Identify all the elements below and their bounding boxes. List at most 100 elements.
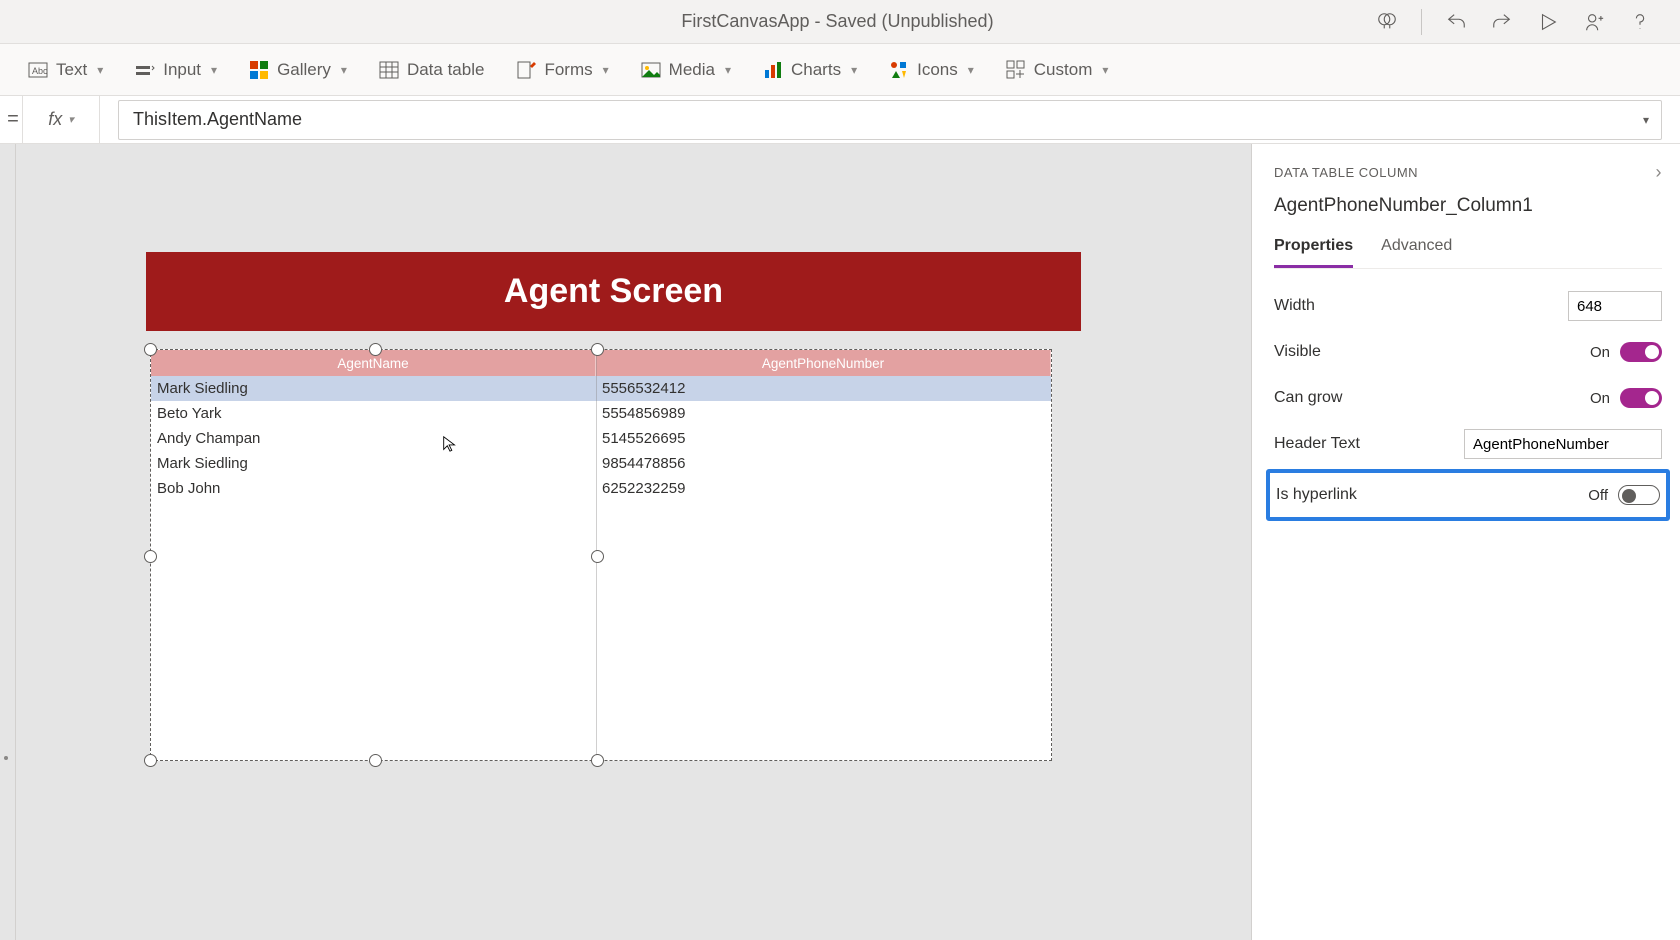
resize-handle-c[interactable] <box>591 550 604 563</box>
resize-handle-s1[interactable] <box>369 754 382 767</box>
resize-handle-s2[interactable] <box>591 754 604 767</box>
selected-control-name: AgentPhoneNumber_Column1 <box>1274 195 1662 217</box>
formula-bar: = fx▾ ThisItem.AgentName ▾ <box>0 96 1680 144</box>
ribbon-forms[interactable]: Forms▾ <box>516 60 608 80</box>
ribbon-gallery[interactable]: Gallery▾ <box>249 60 347 80</box>
ribbon-input-label: Input <box>163 60 201 80</box>
divider <box>1421 9 1422 35</box>
toggle-visible[interactable] <box>1620 342 1662 362</box>
resize-handle-n1[interactable] <box>369 343 382 356</box>
text-icon: Abc <box>28 60 48 80</box>
prop-width-input[interactable] <box>1568 291 1662 321</box>
canvas[interactable]: Agent Screen AgentName AgentPhoneNumber … <box>16 144 1252 940</box>
share-icon[interactable] <box>1582 10 1606 34</box>
cell-phone: 5145526695 <box>596 430 1051 447</box>
svg-text:Abc: Abc <box>32 66 48 76</box>
toggle-ishyperlink[interactable] <box>1618 485 1660 505</box>
cell-phone: 5556532412 <box>596 380 1051 397</box>
ribbon-datatable-label: Data table <box>407 60 485 80</box>
prop-headertext: Header Text <box>1274 421 1662 467</box>
screen-preview: Agent Screen AgentName AgentPhoneNumber … <box>146 252 1081 761</box>
title-bar: FirstCanvasApp - Saved (Unpublished) <box>0 0 1680 44</box>
prop-ishyperlink-value: Off <box>1588 487 1608 504</box>
cell-phone: 9854478856 <box>596 455 1051 472</box>
play-icon[interactable] <box>1536 10 1560 34</box>
ribbon-forms-label: Forms <box>544 60 592 80</box>
formula-input[interactable]: ThisItem.AgentName ▾ <box>118 100 1662 140</box>
input-icon <box>135 60 155 80</box>
resize-handle-sw[interactable] <box>144 754 157 767</box>
cell-name: Mark Siedling <box>151 455 596 472</box>
ribbon-custom[interactable]: Custom▾ <box>1006 60 1109 80</box>
properties-panel: DATA TABLE COLUMN › AgentPhoneNumber_Col… <box>1252 144 1680 940</box>
table-row[interactable]: Bob John 6252232259 <box>151 476 1051 501</box>
ribbon-media[interactable]: Media▾ <box>641 60 731 80</box>
resize-handle-n2[interactable] <box>591 343 604 356</box>
highlighted-property: Is hyperlink Off <box>1266 469 1670 521</box>
insert-ribbon: Abc Text▾ Input▾ Gallery▾ Data table For… <box>0 44 1680 96</box>
prop-visible-label: Visible <box>1274 343 1321 361</box>
resize-handle-nw[interactable] <box>144 343 157 356</box>
table-row[interactable]: Mark Siedling 9854478856 <box>151 451 1051 476</box>
datatable-icon <box>379 60 399 80</box>
ribbon-gallery-label: Gallery <box>277 60 331 80</box>
formula-expand-icon[interactable]: ▾ <box>1643 113 1649 127</box>
formula-value: ThisItem.AgentName <box>133 109 302 130</box>
app-checker-icon[interactable] <box>1375 10 1399 34</box>
custom-icon <box>1006 60 1026 80</box>
prop-headertext-label: Header Text <box>1274 435 1360 453</box>
screen-title: Agent Screen <box>146 252 1081 331</box>
cell-phone: 6252232259 <box>596 480 1051 497</box>
gallery-icon <box>249 60 269 80</box>
table-row[interactable]: Mark Siedling 5556532412 <box>151 376 1051 401</box>
cell-name: Andy Champan <box>151 430 596 447</box>
ribbon-charts[interactable]: Charts▾ <box>763 60 857 80</box>
ribbon-datatable[interactable]: Data table <box>379 60 485 80</box>
redo-icon[interactable] <box>1490 10 1514 34</box>
left-gutter <box>0 144 16 940</box>
prop-cangrow: Can grow On <box>1274 375 1662 421</box>
app-title: FirstCanvasApp - Saved (Unpublished) <box>0 11 1375 32</box>
ribbon-text[interactable]: Abc Text▾ <box>28 60 103 80</box>
tab-properties[interactable]: Properties <box>1274 237 1353 268</box>
title-actions <box>1375 9 1680 35</box>
undo-icon[interactable] <box>1444 10 1468 34</box>
ribbon-input[interactable]: Input▾ <box>135 60 217 80</box>
table-row[interactable]: Andy Champan 5145526695 <box>151 426 1051 451</box>
ribbon-icons[interactable]: Icons▾ <box>889 60 974 80</box>
prop-headertext-input[interactable] <box>1464 429 1662 459</box>
prop-visible: Visible On <box>1274 329 1662 375</box>
media-icon <box>641 60 661 80</box>
toggle-cangrow[interactable] <box>1620 388 1662 408</box>
equals-label: = <box>4 108 22 131</box>
prop-cangrow-value: On <box>1590 390 1610 407</box>
header-agentphone[interactable]: AgentPhoneNumber <box>596 350 1051 376</box>
panel-breadcrumb: DATA TABLE COLUMN <box>1274 165 1418 180</box>
ribbon-text-label: Text <box>56 60 87 80</box>
ribbon-icons-label: Icons <box>917 60 958 80</box>
resize-handle-w[interactable] <box>144 550 157 563</box>
cell-name: Bob John <box>151 480 596 497</box>
fx-selector[interactable]: fx▾ <box>22 96 100 144</box>
ribbon-media-label: Media <box>669 60 715 80</box>
prop-width: Width <box>1274 283 1662 329</box>
tab-advanced[interactable]: Advanced <box>1381 237 1452 268</box>
cell-name: Mark Siedling <box>151 380 596 397</box>
prop-ishyperlink: Is hyperlink Off <box>1276 477 1660 513</box>
table-row[interactable]: Beto Yark 5554856989 <box>151 401 1051 426</box>
prop-cangrow-label: Can grow <box>1274 389 1342 407</box>
prop-ishyperlink-label: Is hyperlink <box>1276 486 1357 504</box>
forms-icon <box>516 60 536 80</box>
help-icon[interactable] <box>1628 10 1652 34</box>
prop-visible-value: On <box>1590 344 1610 361</box>
datatable-selected[interactable]: AgentName AgentPhoneNumber Mark Siedling… <box>150 349 1052 761</box>
cell-name: Beto Yark <box>151 405 596 422</box>
ribbon-charts-label: Charts <box>791 60 841 80</box>
ribbon-custom-label: Custom <box>1034 60 1093 80</box>
charts-icon <box>763 60 783 80</box>
icons-icon <box>889 60 909 80</box>
prop-width-label: Width <box>1274 297 1315 315</box>
panel-collapse-icon[interactable]: › <box>1656 162 1663 183</box>
panel-tabs: Properties Advanced <box>1274 237 1662 269</box>
cell-phone: 5554856989 <box>596 405 1051 422</box>
